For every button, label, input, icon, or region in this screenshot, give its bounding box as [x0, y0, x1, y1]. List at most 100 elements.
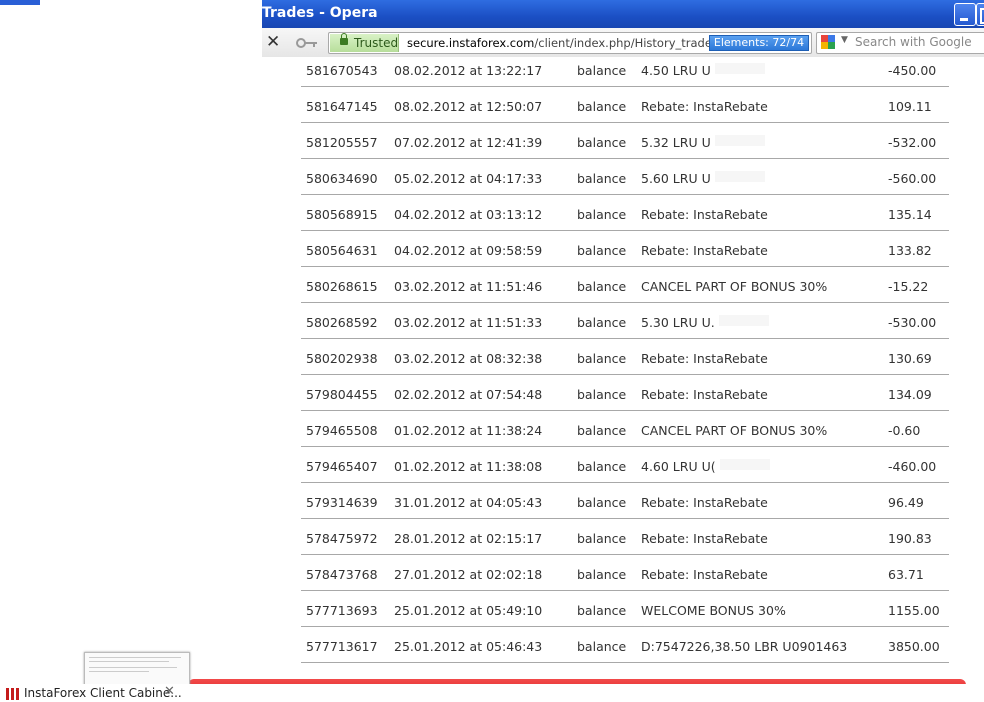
- trade-amount: 134.09: [888, 387, 932, 402]
- redacted-region: [715, 135, 765, 146]
- table-row: 580268592 03.02.2012 at 11:51:33 balance 5.…: [301, 302, 949, 339]
- trade-comment: Rebate: InstaRebate: [641, 567, 768, 582]
- trade-comment: Rebate: InstaRebate: [641, 99, 768, 114]
- desktop-blank-area: [0, 0, 262, 702]
- trade-amount: -450.00: [888, 63, 937, 78]
- maximize-icon: [980, 8, 984, 24]
- stop-close-icon[interactable]: ✕: [266, 32, 280, 52]
- trade-date: 08.02.2012 at 13:22:17: [394, 63, 543, 78]
- trade-amount: -532.00: [888, 135, 937, 150]
- trade-date: 05.02.2012 at 04:17:33: [394, 171, 543, 186]
- trade-amount: -0.60: [888, 423, 921, 438]
- table-row: 580268615 03.02.2012 at 11:51:46 balance CA…: [301, 266, 949, 303]
- table-row: 579314639 31.01.2012 at 04:05:43 balance Re…: [301, 482, 949, 519]
- url-domain: secure.instaforex.com: [407, 36, 535, 50]
- trade-type: balance: [577, 603, 627, 618]
- trade-amount: 135.14: [888, 207, 932, 222]
- trade-comment: CANCEL PART OF BONUS 30%: [641, 423, 828, 438]
- trade-id: 579804455: [306, 387, 378, 402]
- desktop-edge-strip: [0, 0, 40, 5]
- window-titlebar: Trades - Opera: [262, 0, 984, 28]
- table-row: 580202938 03.02.2012 at 08:32:38 balance Re…: [301, 338, 949, 375]
- elements-counter-badge[interactable]: Elements: 72/74: [709, 35, 809, 51]
- browser-toolbar: ✕ Trusted secure.instaforex.com/client/i…: [262, 28, 984, 58]
- trade-type: balance: [577, 351, 627, 366]
- trade-amount: 133.82: [888, 243, 932, 258]
- trade-id: 579465508: [306, 423, 378, 438]
- trade-date: 01.02.2012 at 11:38:24: [394, 423, 543, 438]
- maximize-button[interactable]: [976, 3, 984, 26]
- trade-amount: -530.00: [888, 315, 937, 330]
- search-placeholder: Search with Google: [855, 35, 972, 49]
- trade-comment: 5.60 LRU U: [641, 171, 711, 186]
- trade-comment: 5.30 LRU U.: [641, 315, 715, 330]
- trade-id: 579314639: [306, 495, 378, 510]
- trade-amount: -560.00: [888, 171, 937, 186]
- table-row: 581647145 08.02.2012 at 12:50:07 balance Re…: [301, 86, 949, 123]
- table-row: 577713693 25.01.2012 at 05:49:10 balance WE…: [301, 590, 949, 627]
- trade-comment: 5.32 LRU U: [641, 135, 711, 150]
- lock-icon: [340, 33, 348, 45]
- table-row: 581670543 08.02.2012 at 13:22:17 balance 4.…: [301, 57, 949, 87]
- security-label: Trusted: [354, 36, 399, 50]
- minimize-button[interactable]: [954, 3, 976, 26]
- trade-id: 581647145: [306, 99, 378, 114]
- trade-comment: 4.60 LRU U(: [641, 459, 716, 474]
- trade-date: 28.01.2012 at 02:15:17: [394, 531, 543, 546]
- tab-close-icon[interactable]: ✕: [164, 684, 175, 699]
- trade-comment: 4.50 LRU U: [641, 63, 711, 78]
- trade-id: 580268615: [306, 279, 378, 294]
- table-row: 578473768 27.01.2012 at 02:02:18 balance Re…: [301, 554, 949, 591]
- trade-comment: Rebate: InstaRebate: [641, 495, 768, 510]
- trade-id: 581670543: [306, 63, 378, 78]
- url-text[interactable]: secure.instaforex.com/client/index.php/H…: [407, 36, 718, 50]
- trade-id: 580268592: [306, 315, 378, 330]
- redacted-region: [719, 315, 769, 326]
- trade-date: 25.01.2012 at 05:46:43: [394, 639, 543, 654]
- trade-amount: 109.11: [888, 99, 932, 114]
- instaforex-favicon-icon: [6, 688, 22, 700]
- trade-amount: 96.49: [888, 495, 924, 510]
- search-engine-dropdown-icon[interactable]: ▼: [841, 35, 848, 45]
- security-badge[interactable]: Trusted: [330, 33, 399, 52]
- trade-type: balance: [577, 639, 627, 654]
- trade-id: 581205557: [306, 135, 378, 150]
- trade-comment: D:7547226,38.50 LBR U0901463: [641, 639, 848, 654]
- trade-amount: -15.22: [888, 279, 929, 294]
- trade-amount: -460.00: [888, 459, 937, 474]
- trade-id: 578473768: [306, 567, 378, 582]
- trade-type: balance: [577, 567, 627, 582]
- address-bar[interactable]: Trusted secure.instaforex.com/client/ind…: [328, 32, 812, 54]
- trade-type: balance: [577, 531, 627, 546]
- search-field[interactable]: ▼ Search with Google: [816, 32, 984, 54]
- redacted-region: [715, 171, 765, 182]
- trade-amount: 130.69: [888, 351, 932, 366]
- trade-comment: CANCEL PART OF BONUS 30%: [641, 279, 828, 294]
- trade-id: 580568915: [306, 207, 378, 222]
- tab-thumbnail-preview: [84, 652, 190, 688]
- table-row: 579465407 01.02.2012 at 11:38:08 balance 4.…: [301, 446, 949, 483]
- trade-date: 01.02.2012 at 11:38:08: [394, 459, 543, 474]
- table-row: 581205557 07.02.2012 at 12:41:39 balance 5.…: [301, 122, 949, 159]
- trade-id: 580634690: [306, 171, 378, 186]
- tab-instaforex-client-cabinet[interactable]: InstaForex Client Cabine...: [24, 686, 182, 700]
- trade-type: balance: [577, 495, 627, 510]
- trade-date: 02.02.2012 at 07:54:48: [394, 387, 543, 402]
- wand-key-icon[interactable]: [296, 38, 318, 48]
- google-search-engine-icon[interactable]: [821, 35, 835, 49]
- trade-date: 31.01.2012 at 04:05:43: [394, 495, 543, 510]
- trade-comment: Rebate: InstaRebate: [641, 207, 768, 222]
- trade-id: 579465407: [306, 459, 378, 474]
- trade-comment: Rebate: InstaRebate: [641, 531, 768, 546]
- trade-history-table: 581670543 08.02.2012 at 13:22:17 balance 4.…: [262, 57, 984, 677]
- trade-id: 577713617: [306, 639, 378, 654]
- trade-type: balance: [577, 279, 627, 294]
- trade-date: 07.02.2012 at 12:41:39: [394, 135, 543, 150]
- trade-amount: 190.83: [888, 531, 932, 546]
- redacted-region: [720, 459, 770, 470]
- trade-id: 580202938: [306, 351, 378, 366]
- trade-comment: Rebate: InstaRebate: [641, 351, 768, 366]
- trade-type: balance: [577, 243, 627, 258]
- trade-amount: 3850.00: [888, 639, 940, 654]
- trade-date: 03.02.2012 at 11:51:46: [394, 279, 543, 294]
